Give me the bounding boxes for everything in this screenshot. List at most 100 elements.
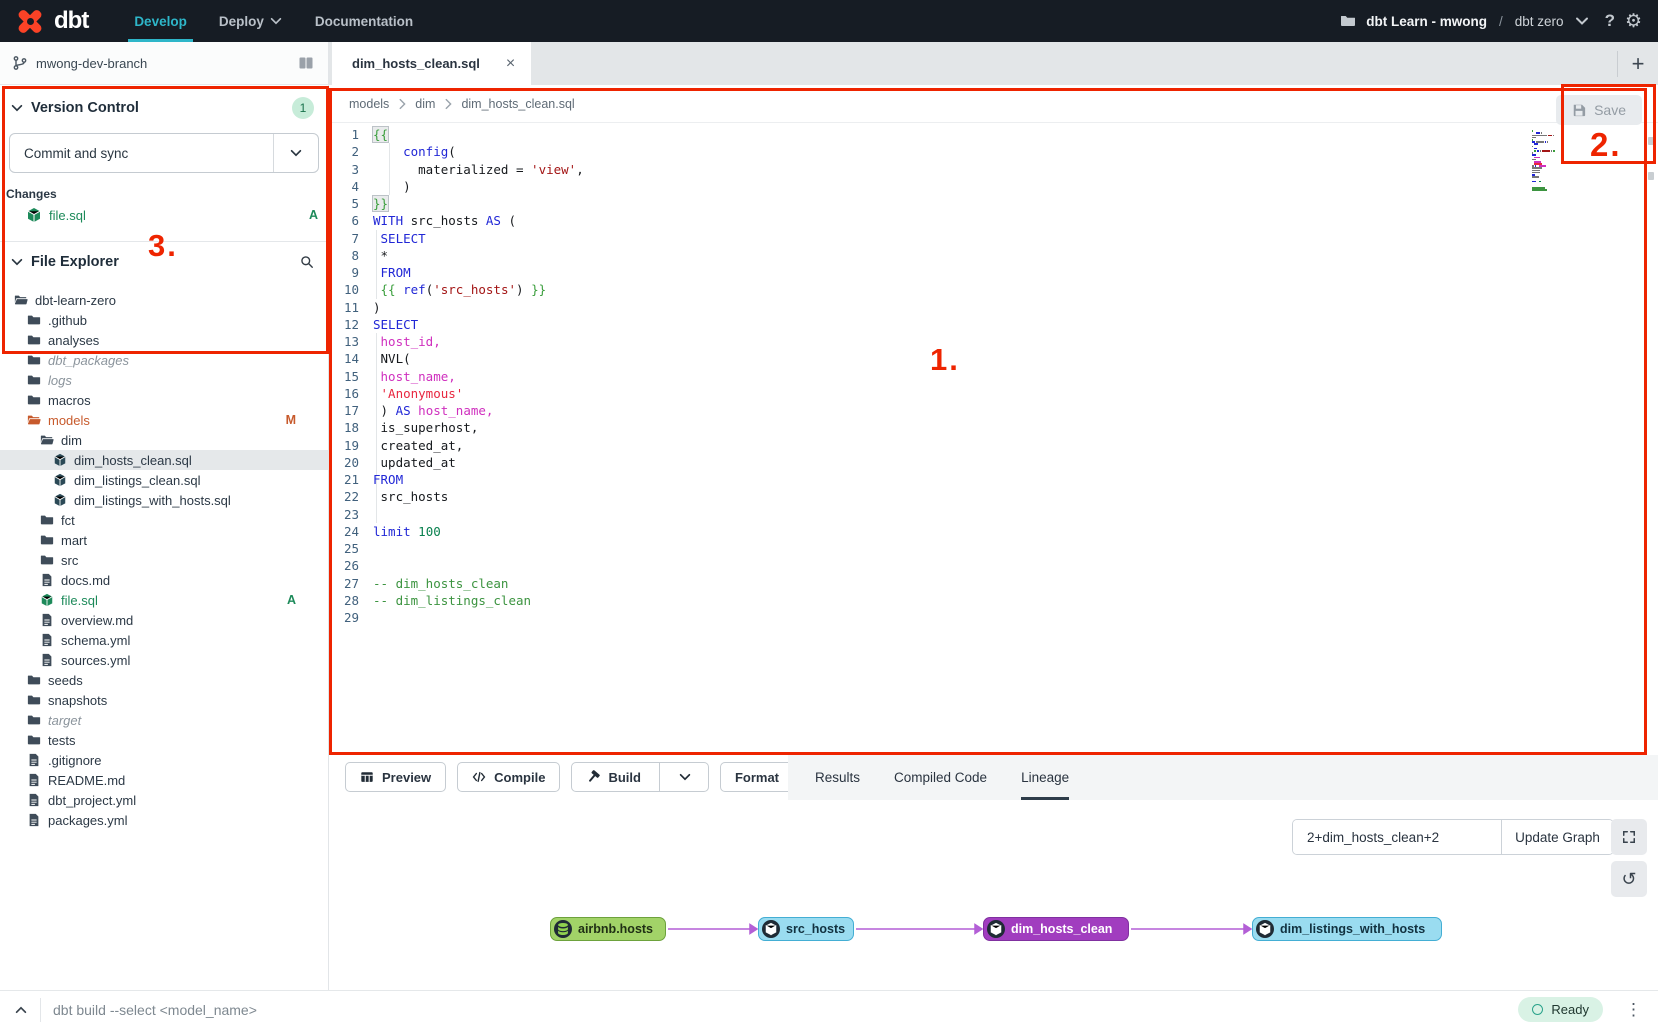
- tree-item-dbt-packages[interactable]: dbt_packages: [0, 350, 328, 370]
- save-button[interactable]: Save: [1556, 95, 1642, 125]
- tree-item-snapshots[interactable]: snapshots: [0, 690, 328, 710]
- command-input[interactable]: [51, 1001, 1518, 1019]
- changed-file-row[interactable]: file.sqlA: [0, 203, 328, 227]
- breadcrumb-item[interactable]: models: [349, 97, 389, 111]
- lineage-canvas[interactable]: Update Graph ↺ airbnb.hostssrc_hostsdim_…: [329, 800, 1658, 990]
- lineage-node-dim-hosts-clean[interactable]: dim_hosts_clean: [983, 917, 1129, 941]
- code-line[interactable]: 28-- dim_listings_clean: [332, 592, 1538, 609]
- environment-name[interactable]: dbt zero: [1515, 14, 1564, 29]
- environment-chevron-down-icon[interactable]: [1574, 13, 1585, 29]
- tree-item-dbt-project-yml[interactable]: dbt_project.yml: [0, 790, 328, 810]
- code-line[interactable]: 26: [332, 557, 1538, 574]
- docs-book-icon[interactable]: [298, 55, 314, 71]
- build-button[interactable]: Build: [571, 762, 709, 792]
- tree-item-dim[interactable]: dim: [0, 430, 328, 450]
- tree-item-target[interactable]: target: [0, 710, 328, 730]
- code-line[interactable]: 29: [332, 609, 1538, 626]
- collapse-chevron-icon[interactable]: [10, 255, 24, 269]
- dbt-logo[interactable]: dbt: [0, 5, 106, 37]
- collapse-chevron-icon[interactable]: [10, 101, 24, 115]
- code-line[interactable]: 7 SELECT: [332, 230, 1538, 247]
- tab-dim-hosts-clean[interactable]: dim_hosts_clean.sql ×: [332, 42, 531, 85]
- tree-item-src[interactable]: src: [0, 550, 328, 570]
- compile-button[interactable]: Compile: [457, 762, 560, 792]
- code-line[interactable]: 2 config(: [332, 143, 1538, 160]
- lineage-node-dim-listings-with-hosts[interactable]: dim_listings_with_hosts: [1252, 917, 1442, 941]
- code-line[interactable]: 8 *: [332, 247, 1538, 264]
- code-line[interactable]: 9 FROM: [332, 264, 1538, 281]
- tree-item-mart[interactable]: mart: [0, 530, 328, 550]
- tree-item-macros[interactable]: macros: [0, 390, 328, 410]
- build-options-chevron-icon[interactable]: [668, 770, 694, 784]
- commit-and-sync-button[interactable]: Commit and sync: [9, 133, 319, 173]
- nav-item-deploy[interactable]: Deploy: [203, 0, 299, 42]
- branch-name[interactable]: mwong-dev-branch: [36, 56, 147, 71]
- code-line[interactable]: 23: [332, 506, 1538, 523]
- code-area[interactable]: 1{{2 config(3 materialized = 'view',4 )5…: [332, 126, 1538, 626]
- tree-item--github[interactable]: .github: [0, 310, 328, 330]
- tree-item-tests[interactable]: tests: [0, 730, 328, 750]
- code-line[interactable]: 14 NVL(: [332, 350, 1538, 367]
- code-line[interactable]: 10 {{ ref('src_hosts') }}: [332, 281, 1538, 298]
- code-line[interactable]: 16 'Anonymous': [332, 385, 1538, 402]
- project-name[interactable]: dbt Learn - mwong: [1366, 14, 1487, 29]
- settings-gear-icon[interactable]: ⚙: [1625, 12, 1642, 31]
- code-line[interactable]: 13 host_id,: [332, 333, 1538, 350]
- code-line[interactable]: 22 src_hosts: [332, 488, 1538, 505]
- tree-item-dim-listings-clean-sql[interactable]: dim_listings_clean.sql: [0, 470, 328, 490]
- tree-item-dim-listings-with-hosts-sql[interactable]: dim_listings_with_hosts.sql: [0, 490, 328, 510]
- tree-item-packages-yml[interactable]: packages.yml: [0, 810, 328, 830]
- code-line[interactable]: 12SELECT: [332, 316, 1538, 333]
- code-line[interactable]: 11): [332, 299, 1538, 316]
- tab-close-icon[interactable]: ×: [506, 55, 515, 73]
- tree-item-dim-hosts-clean-sql[interactable]: dim_hosts_clean.sql: [0, 450, 328, 470]
- code-line[interactable]: 21FROM: [332, 471, 1538, 488]
- tree-item-schema-yml[interactable]: schema.yml: [0, 630, 328, 650]
- code-line[interactable]: 17 ) AS host_name,: [332, 402, 1538, 419]
- tree-item-sources-yml[interactable]: sources.yml: [0, 650, 328, 670]
- tree-item-models[interactable]: modelsM: [0, 410, 328, 430]
- code-line[interactable]: 20 updated_at: [332, 454, 1538, 471]
- help-icon[interactable]: ?: [1605, 11, 1615, 31]
- nav-item-develop[interactable]: Develop: [118, 0, 203, 42]
- tree-item--gitignore[interactable]: .gitignore: [0, 750, 328, 770]
- code-line[interactable]: 18 is_superhost,: [332, 419, 1538, 436]
- code-line[interactable]: 24limit 100: [332, 523, 1538, 540]
- lineage-node-airbnb-hosts[interactable]: airbnb.hosts: [550, 917, 666, 941]
- search-icon[interactable]: [300, 255, 314, 269]
- breadcrumb-item[interactable]: dim: [415, 97, 435, 111]
- tab-lineage[interactable]: Lineage: [1021, 755, 1069, 800]
- code-editor[interactable]: models dim dim_hosts_clean.sql Save 1{{2 c…: [329, 85, 1658, 755]
- tree-item-seeds[interactable]: seeds: [0, 670, 328, 690]
- file-explorer-header[interactable]: File Explorer: [0, 242, 328, 278]
- tab-results[interactable]: Results: [815, 755, 860, 800]
- breadcrumb-item[interactable]: dim_hosts_clean.sql: [461, 97, 574, 111]
- tree-item-readme-md[interactable]: README.md: [0, 770, 328, 790]
- code-line[interactable]: 4 ): [332, 178, 1538, 195]
- new-tab-button[interactable]: +: [1618, 44, 1658, 84]
- code-line[interactable]: 1{{: [332, 126, 1538, 143]
- code-line[interactable]: 19 created_at,: [332, 437, 1538, 454]
- version-control-header[interactable]: Version Control 1: [0, 85, 328, 127]
- code-line[interactable]: 25: [332, 540, 1538, 557]
- preview-button[interactable]: Preview: [345, 762, 446, 792]
- format-button[interactable]: Format: [720, 762, 794, 792]
- tree-item-analyses[interactable]: analyses: [0, 330, 328, 350]
- tree-item-dbt-learn-zero[interactable]: dbt-learn-zero: [0, 290, 328, 310]
- code-line[interactable]: 27-- dim_hosts_clean: [332, 575, 1538, 592]
- commit-options-chevron-icon[interactable]: [273, 134, 318, 172]
- tab-compiled-code[interactable]: Compiled Code: [894, 755, 987, 800]
- nav-item-documentation[interactable]: Documentation: [299, 0, 429, 42]
- lineage-node-src-hosts[interactable]: src_hosts: [758, 917, 854, 941]
- tree-item-logs[interactable]: logs: [0, 370, 328, 390]
- status-badge[interactable]: Ready: [1518, 997, 1603, 1022]
- tree-item-overview-md[interactable]: overview.md: [0, 610, 328, 630]
- kebab-menu-icon[interactable]: ⋮: [1625, 1000, 1642, 1020]
- code-line[interactable]: 3 materialized = 'view',: [332, 161, 1538, 178]
- code-line[interactable]: 5}}: [332, 195, 1538, 212]
- code-line[interactable]: 6WITH src_hosts AS (: [332, 212, 1538, 229]
- tree-item-file-sql[interactable]: file.sqlA: [0, 590, 328, 610]
- expand-chevron-up-icon[interactable]: [14, 1003, 28, 1017]
- code-minimap[interactable]: [1532, 130, 1562, 193]
- code-line[interactable]: 15 host_name,: [332, 368, 1538, 385]
